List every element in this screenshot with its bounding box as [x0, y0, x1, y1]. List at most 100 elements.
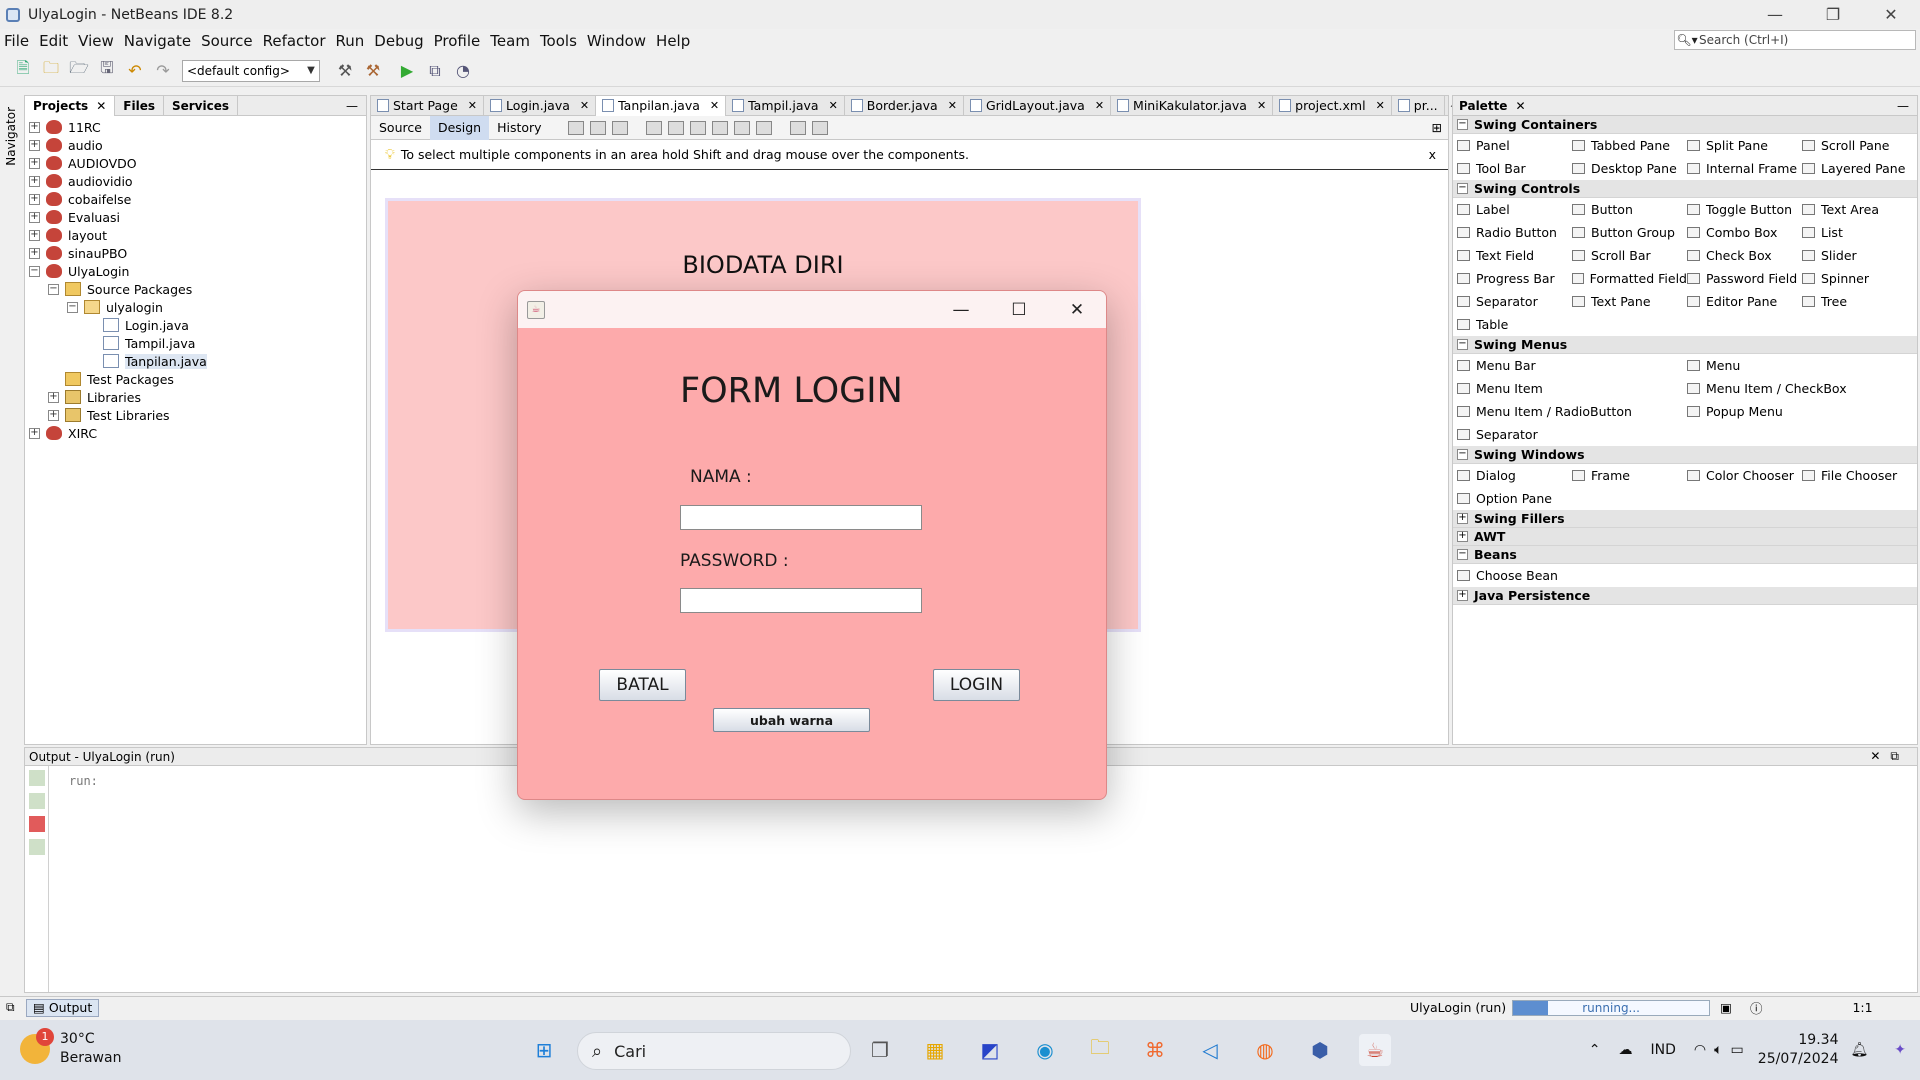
menu-view[interactable]: View [74, 32, 120, 50]
expand-icon[interactable]: + [29, 121, 40, 133]
palette-item[interactable]: Formatted Field [1572, 267, 1687, 290]
tab-services[interactable]: Services [164, 95, 239, 116]
ubah-warna-button[interactable]: ubah warna [713, 708, 870, 732]
expand-icon[interactable]: + [29, 139, 40, 151]
menu-file[interactable]: File [0, 32, 35, 50]
tree-node[interactable]: Tampil.java [25, 334, 366, 352]
tree-node[interactable]: + Libraries [25, 388, 366, 406]
collapse-icon[interactable]: − [1457, 119, 1468, 130]
palette-item[interactable]: Menu Item / RadioButton [1457, 400, 1687, 423]
align-right-icon[interactable] [667, 120, 684, 135]
close-icon[interactable]: ✕ [468, 99, 477, 112]
palette-item[interactable]: Separator [1457, 423, 1687, 446]
tree-node[interactable]: + audiovidio [25, 172, 366, 190]
tree-node[interactable]: − UlyaLogin [25, 262, 366, 280]
close-icon[interactable]: ✕ [1515, 99, 1525, 113]
center-horizontal-icon[interactable] [689, 120, 706, 135]
palette-item[interactable]: Dialog [1457, 464, 1572, 487]
palette-item[interactable]: Button Group [1572, 221, 1687, 244]
design-view-button[interactable]: Design [429, 115, 490, 140]
virtualbox-icon[interactable]: ⬢ [1304, 1034, 1336, 1066]
output-window-controls[interactable]: ✕⧉ [1870, 749, 1917, 764]
palette-item[interactable]: Tree [1802, 290, 1917, 313]
task-view-icon[interactable]: ❐ [864, 1034, 896, 1066]
notifications-icon[interactable]: ⓘ [1750, 998, 1763, 1017]
dialog-close-button[interactable]: ✕ [1048, 291, 1106, 328]
tree-node[interactable]: + sinauPBO [25, 244, 366, 262]
palette-item[interactable]: Table [1457, 313, 1572, 336]
password-field[interactable] [680, 588, 922, 613]
menu-debug[interactable]: Debug [370, 32, 429, 50]
close-icon[interactable]: ✕ [948, 99, 957, 112]
close-icon[interactable]: ✕ [580, 99, 589, 112]
menu-team[interactable]: Team [486, 32, 536, 50]
expand-design-icon[interactable]: ⊞ [1432, 120, 1442, 135]
palette-item[interactable]: Text Area [1802, 198, 1917, 221]
collapse-icon[interactable]: − [67, 301, 78, 313]
palette-item[interactable]: Label [1457, 198, 1572, 221]
tree-node[interactable]: + audio [25, 136, 366, 154]
tree-node[interactable]: + layout [25, 226, 366, 244]
rerun-with-options-icon[interactable] [29, 793, 45, 809]
palette-category[interactable]: − Beans [1453, 546, 1917, 564]
selection-mode-icon[interactable] [567, 120, 584, 135]
run-icon[interactable]: ▶ [396, 60, 418, 82]
palette-item[interactable]: Separator [1457, 290, 1572, 313]
tree-node[interactable]: + Evaluasi [25, 208, 366, 226]
align-top-icon[interactable] [711, 120, 728, 135]
align-bottom-icon[interactable] [733, 120, 750, 135]
expand-icon[interactable]: + [29, 247, 40, 259]
preview-design-icon[interactable] [611, 120, 628, 135]
expand-icon[interactable]: + [29, 229, 40, 241]
collapse-icon[interactable]: − [1457, 449, 1468, 460]
tree-node[interactable]: +11RC [25, 118, 366, 136]
palette-item[interactable]: Text Field [1457, 244, 1572, 267]
resize-horizontal-icon[interactable] [789, 120, 806, 135]
restore-window-icon[interactable]: ⧉ [6, 1000, 15, 1015]
palette-item[interactable]: Menu Item [1457, 377, 1687, 400]
collapse-icon[interactable]: − [1457, 339, 1468, 350]
palette-item[interactable]: Menu Bar [1457, 354, 1687, 377]
tree-node[interactable]: Tanpilan.java [25, 352, 366, 370]
language-indicator[interactable]: IND [1651, 1042, 1676, 1058]
vscode-icon[interactable]: ◁ [1194, 1034, 1226, 1066]
task-progress-bar[interactable]: running... [1512, 999, 1711, 1016]
palette-item[interactable]: Frame [1572, 464, 1687, 487]
undo-icon[interactable]: ↶ [124, 60, 146, 82]
expand-icon[interactable]: + [48, 391, 59, 403]
collapse-icon[interactable]: − [48, 283, 59, 295]
editor-tab[interactable]: project.xml ✕ [1273, 95, 1392, 116]
editor-tab[interactable]: GridLayout.java ✕ [964, 95, 1112, 116]
app-icon[interactable]: ◩ [974, 1034, 1006, 1066]
center-vertical-icon[interactable] [755, 120, 772, 135]
form-heading-label[interactable]: BIODATA DIRI [388, 251, 1138, 279]
stop-icon[interactable] [29, 816, 45, 832]
expand-icon[interactable]: + [29, 175, 40, 187]
palette-item[interactable]: Menu [1687, 354, 1917, 377]
wifi-icon[interactable]: ◠ [1694, 1042, 1706, 1058]
login-button[interactable]: LOGIN [933, 669, 1020, 701]
collapse-icon[interactable]: − [1457, 549, 1468, 560]
palette-item[interactable]: Slider [1802, 244, 1917, 267]
store-icon[interactable]: ▦ [919, 1034, 951, 1066]
tree-node[interactable]: + AUDIOVDO [25, 154, 366, 172]
profile-icon[interactable]: ◔ [452, 60, 474, 82]
config-select[interactable]: <default config> ▼ [182, 59, 320, 82]
tab-projects[interactable]: Projects ✕ [25, 95, 116, 116]
batal-button[interactable]: BATAL [599, 669, 686, 701]
expand-icon[interactable]: + [29, 157, 40, 169]
nama-field[interactable] [680, 505, 922, 530]
menu-edit[interactable]: Edit [35, 32, 74, 50]
tree-node[interactable]: − Source Packages [25, 280, 366, 298]
tree-node[interactable]: + XIRC [25, 424, 366, 442]
settings-icon[interactable] [29, 839, 45, 855]
palette-category[interactable]: + Java Persistence [1453, 587, 1917, 605]
dialog-maximize-button[interactable]: ☐ [990, 291, 1048, 328]
palette-item[interactable]: Radio Button [1457, 221, 1572, 244]
edge-icon[interactable]: ◉ [1029, 1034, 1061, 1066]
palette-item[interactable]: Panel [1457, 134, 1572, 157]
close-button[interactable]: ✕ [1862, 0, 1920, 29]
cancel-task-icon[interactable]: ▣ [1720, 1000, 1732, 1015]
tree-node[interactable]: Test Packages [25, 370, 366, 388]
tree-node[interactable]: − ulyalogin [25, 298, 366, 316]
